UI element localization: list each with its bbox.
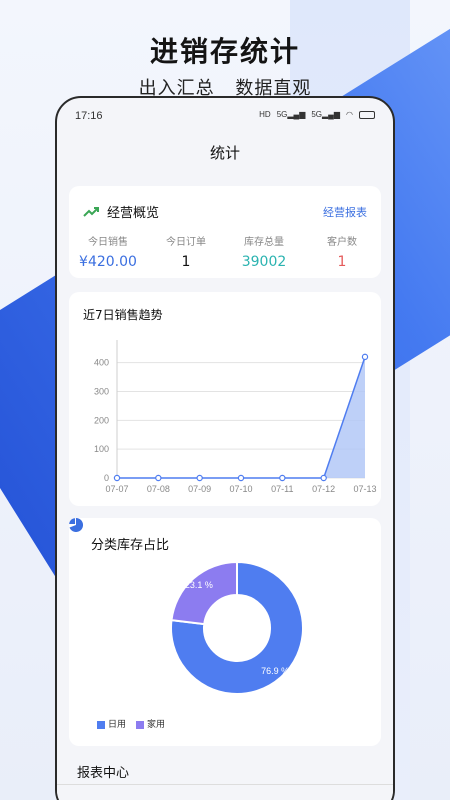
x-tick-label: 07-08: [147, 484, 170, 494]
kpi-today-sales[interactable]: 今日销售 ¥420.00: [69, 233, 147, 270]
data-point: [237, 474, 245, 482]
kpi-label: 库存总量: [244, 237, 284, 248]
y-tick-label: 300: [94, 386, 109, 396]
kpi-label: 今日销售: [88, 237, 128, 248]
data-point: [196, 474, 203, 482]
hd-icon: HD: [259, 110, 271, 119]
trend-up-icon: [83, 206, 99, 217]
report-center-title: 报表中心: [77, 766, 130, 781]
kpi-value: 39002: [241, 254, 287, 270]
overview-title: 经营概览: [107, 206, 160, 221]
data-point: [279, 474, 286, 482]
x-tick-label: 07-13: [353, 484, 376, 494]
kpi-today-orders[interactable]: 今日订单 1: [147, 233, 225, 270]
data-point: [320, 474, 327, 482]
signal-5g-icon: 5G▂▄▆: [311, 110, 341, 119]
x-tick-label: 07-11: [271, 484, 293, 494]
legend-item-daily[interactable]: 日用: [97, 717, 126, 730]
sales-line: [117, 356, 366, 479]
overview-card: 经营概览 经营报表 今日销售 ¥420.00 今日订单 1 库存总量 39002…: [69, 186, 381, 278]
y-tick-label: 0: [104, 473, 109, 483]
sales-trend-card: 0 100 200 300 400 07-07 07-08 07-09 07-10 07-11 07…: [69, 292, 381, 506]
y-tick-label: 200: [94, 415, 109, 425]
x-tick-label: 07-12: [312, 484, 335, 494]
sales-trend-title: 近7日销售趋势: [83, 308, 163, 322]
kpi-customers[interactable]: 客户数 1: [303, 233, 381, 270]
kpi-label: 今日订单: [166, 237, 206, 248]
sales-trend-chart: 0 100 200 300 400 07-07 07-08 07-09 07-10 07-11 07…: [94, 340, 377, 494]
tab-bar[interactable]: [57, 784, 393, 800]
kpi-stock-total[interactable]: 库存总量 39002: [225, 233, 303, 270]
kpi-label: 客户数: [327, 237, 357, 248]
promo-title: 进销存统计: [149, 35, 300, 68]
slice-label: 23.1 %: [185, 580, 213, 590]
pie-chart-icon: [69, 518, 83, 532]
sales-area: [117, 356, 365, 478]
signal-5g-icon: 5G▂▄▆: [276, 110, 306, 119]
wifi-icon: ◠: [346, 110, 353, 119]
data-point: [155, 474, 162, 482]
x-tick-label: 07-07: [105, 484, 128, 494]
promo-header: 进销存统计 出入汇总 数据直观: [0, 30, 450, 100]
y-tick-label: 400: [94, 358, 109, 368]
kpi-value: 1: [337, 254, 347, 270]
kpi-value: ¥420.00: [79, 254, 137, 270]
y-tick-label: 100: [94, 444, 109, 454]
category-title: 分类库存占比: [91, 538, 170, 553]
category-stock-card: 76.9 % 23.1 % 分类库存占比 日用 家用: [69, 518, 381, 746]
battery-icon: [359, 110, 375, 119]
kpi-row: 今日销售 ¥420.00 今日订单 1 库存总量 39002 客户数 1: [69, 233, 381, 270]
data-point: [361, 353, 369, 361]
x-tick-label: 07-10: [229, 484, 252, 494]
data-point: [113, 474, 121, 482]
phone-frame: 17:16 HD 5G▂▄▆ 5G▂▄▆ ◠ 统计 经营概览 经营报表 今日销售…: [55, 96, 395, 800]
legend-item-home[interactable]: 家用: [136, 717, 165, 730]
x-tick-label: 07-09: [188, 484, 211, 494]
status-icons: HD 5G▂▄▆ 5G▂▄▆ ◠: [259, 110, 375, 119]
pie-slice: [170, 560, 238, 626]
slice-label: 76.9 %: [261, 666, 289, 676]
pie-legend: 日用 家用: [97, 717, 165, 730]
status-bar: 17:16 HD 5G▂▄▆ 5G▂▄▆ ◠: [57, 98, 393, 138]
kpi-value: 1: [181, 254, 191, 270]
status-time: 17:16: [75, 110, 103, 122]
page-title: 统计: [209, 144, 240, 162]
business-report-link[interactable]: 经营报表: [323, 204, 367, 220]
